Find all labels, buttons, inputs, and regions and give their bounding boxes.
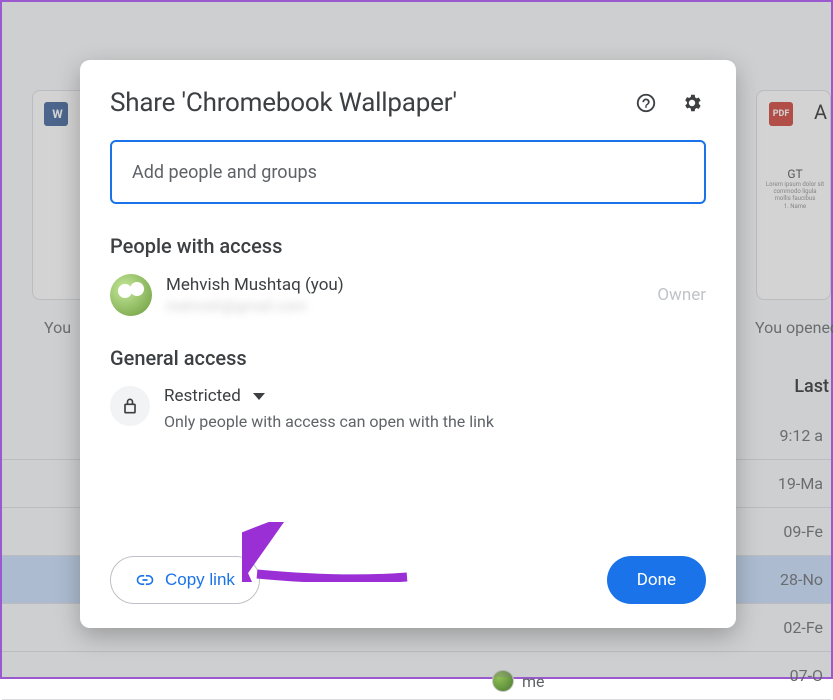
add-people-input[interactable] (132, 162, 684, 183)
lock-icon (110, 386, 150, 426)
general-access-heading: General access (110, 346, 706, 370)
people-input-wrap[interactable] (110, 140, 706, 204)
people-with-access-heading: People with access (110, 234, 706, 258)
done-button[interactable]: Done (607, 556, 706, 604)
access-description: Only people with access can open with th… (164, 412, 706, 431)
person-row: Mehvish Mushtaq (you) mehvish@gmail.com … (110, 274, 706, 316)
person-role: Owner (657, 285, 706, 305)
avatar (110, 274, 152, 316)
link-icon (135, 570, 155, 590)
access-level-dropdown[interactable]: Restricted (164, 386, 706, 406)
access-level-label: Restricted (164, 386, 241, 406)
copy-link-label: Copy link (165, 570, 235, 590)
copy-link-button[interactable]: Copy link (110, 556, 260, 604)
share-dialog: Share 'Chromebook Wallpaper' People with… (80, 60, 736, 628)
help-icon[interactable] (632, 89, 660, 117)
person-email: mehvish@gmail.com (166, 297, 643, 315)
gear-icon[interactable] (678, 89, 706, 117)
chevron-down-icon (253, 393, 265, 400)
person-name: Mehvish Mushtaq (you) (166, 275, 643, 295)
dialog-title: Share 'Chromebook Wallpaper' (110, 88, 457, 118)
